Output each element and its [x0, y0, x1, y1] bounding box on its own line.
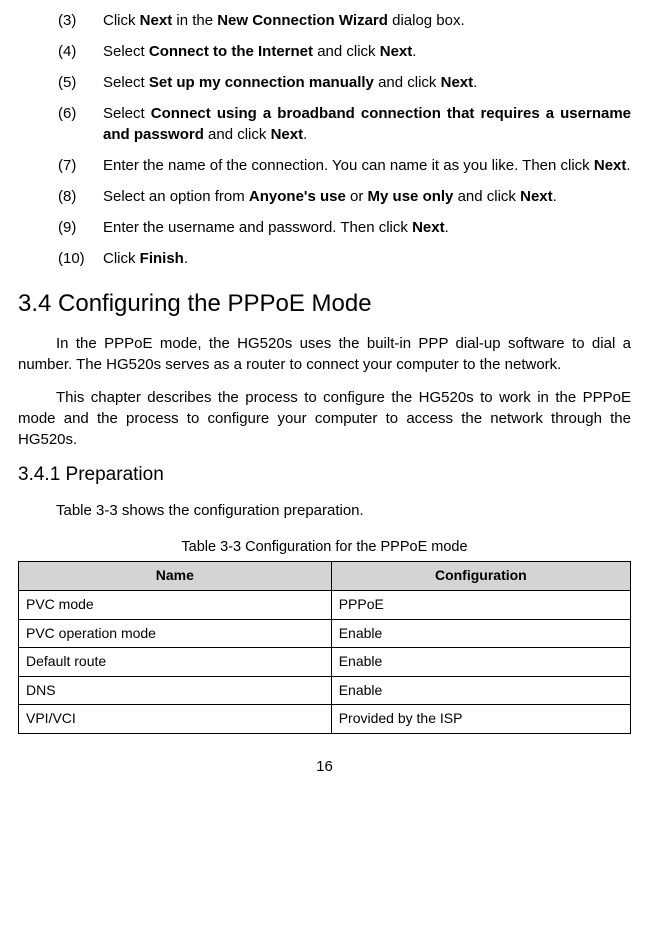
cell-name: PVC mode [19, 591, 332, 620]
table-header-configuration: Configuration [331, 562, 630, 591]
step-num: (6) [58, 103, 103, 145]
step-content: Select an option from Anyone's use or My… [103, 186, 631, 207]
paragraph-pppoe-intro: In the PPPoE mode, the HG520s uses the b… [18, 333, 631, 375]
step-content: Enter the username and password. Then cl… [103, 217, 631, 238]
step-4: (4) Select Connect to the Internet and c… [58, 41, 631, 62]
cell-config: Provided by the ISP [331, 705, 630, 734]
cell-config: PPPoE [331, 591, 630, 620]
cell-config: Enable [331, 619, 630, 648]
cell-name: DNS [19, 676, 332, 705]
paragraph-table-reference: Table 3-3 shows the configuration prepar… [18, 500, 631, 521]
subsection-heading-3-4-1: 3.4.1 Preparation [18, 462, 631, 489]
page-number: 16 [18, 756, 631, 777]
step-3: (3) Click Next in the New Connection Wiz… [58, 10, 631, 31]
cell-name: VPI/VCI [19, 705, 332, 734]
step-10: (10) Click Finish. [58, 248, 631, 269]
config-table: Name Configuration PVC mode PPPoE PVC op… [18, 561, 631, 734]
cell-config: Enable [331, 648, 630, 677]
table-caption: Table 3-3 Configuration for the PPPoE mo… [18, 537, 631, 557]
table-row: Default route Enable [19, 648, 631, 677]
step-content: Select Connect using a broadband connect… [103, 103, 631, 145]
table-header-row: Name Configuration [19, 562, 631, 591]
table-row: PVC mode PPPoE [19, 591, 631, 620]
table-row: VPI/VCI Provided by the ISP [19, 705, 631, 734]
step-num: (10) [58, 248, 103, 269]
step-num: (4) [58, 41, 103, 62]
table-row: PVC operation mode Enable [19, 619, 631, 648]
step-content: Enter the name of the connection. You ca… [103, 155, 631, 176]
step-num: (8) [58, 186, 103, 207]
step-9: (9) Enter the username and password. The… [58, 217, 631, 238]
cell-name: PVC operation mode [19, 619, 332, 648]
step-num: (7) [58, 155, 103, 176]
step-num: (9) [58, 217, 103, 238]
table-row: DNS Enable [19, 676, 631, 705]
table-header-name: Name [19, 562, 332, 591]
step-num: (5) [58, 72, 103, 93]
section-heading-3-4: 3.4 Configuring the PPPoE Mode [18, 287, 631, 321]
cell-name: Default route [19, 648, 332, 677]
step-content: Click Finish. [103, 248, 631, 269]
step-content: Select Connect to the Internet and click… [103, 41, 631, 62]
step-6: (6) Select Connect using a broadband con… [58, 103, 631, 145]
numbered-steps-list: (3) Click Next in the New Connection Wiz… [58, 10, 631, 269]
step-7: (7) Enter the name of the connection. Yo… [58, 155, 631, 176]
step-content: Click Next in the New Connection Wizard … [103, 10, 631, 31]
step-8: (8) Select an option from Anyone's use o… [58, 186, 631, 207]
step-5: (5) Select Set up my connection manually… [58, 72, 631, 93]
cell-config: Enable [331, 676, 630, 705]
paragraph-chapter-description: This chapter describes the process to co… [18, 387, 631, 450]
step-content: Select Set up my connection manually and… [103, 72, 631, 93]
step-num: (3) [58, 10, 103, 31]
